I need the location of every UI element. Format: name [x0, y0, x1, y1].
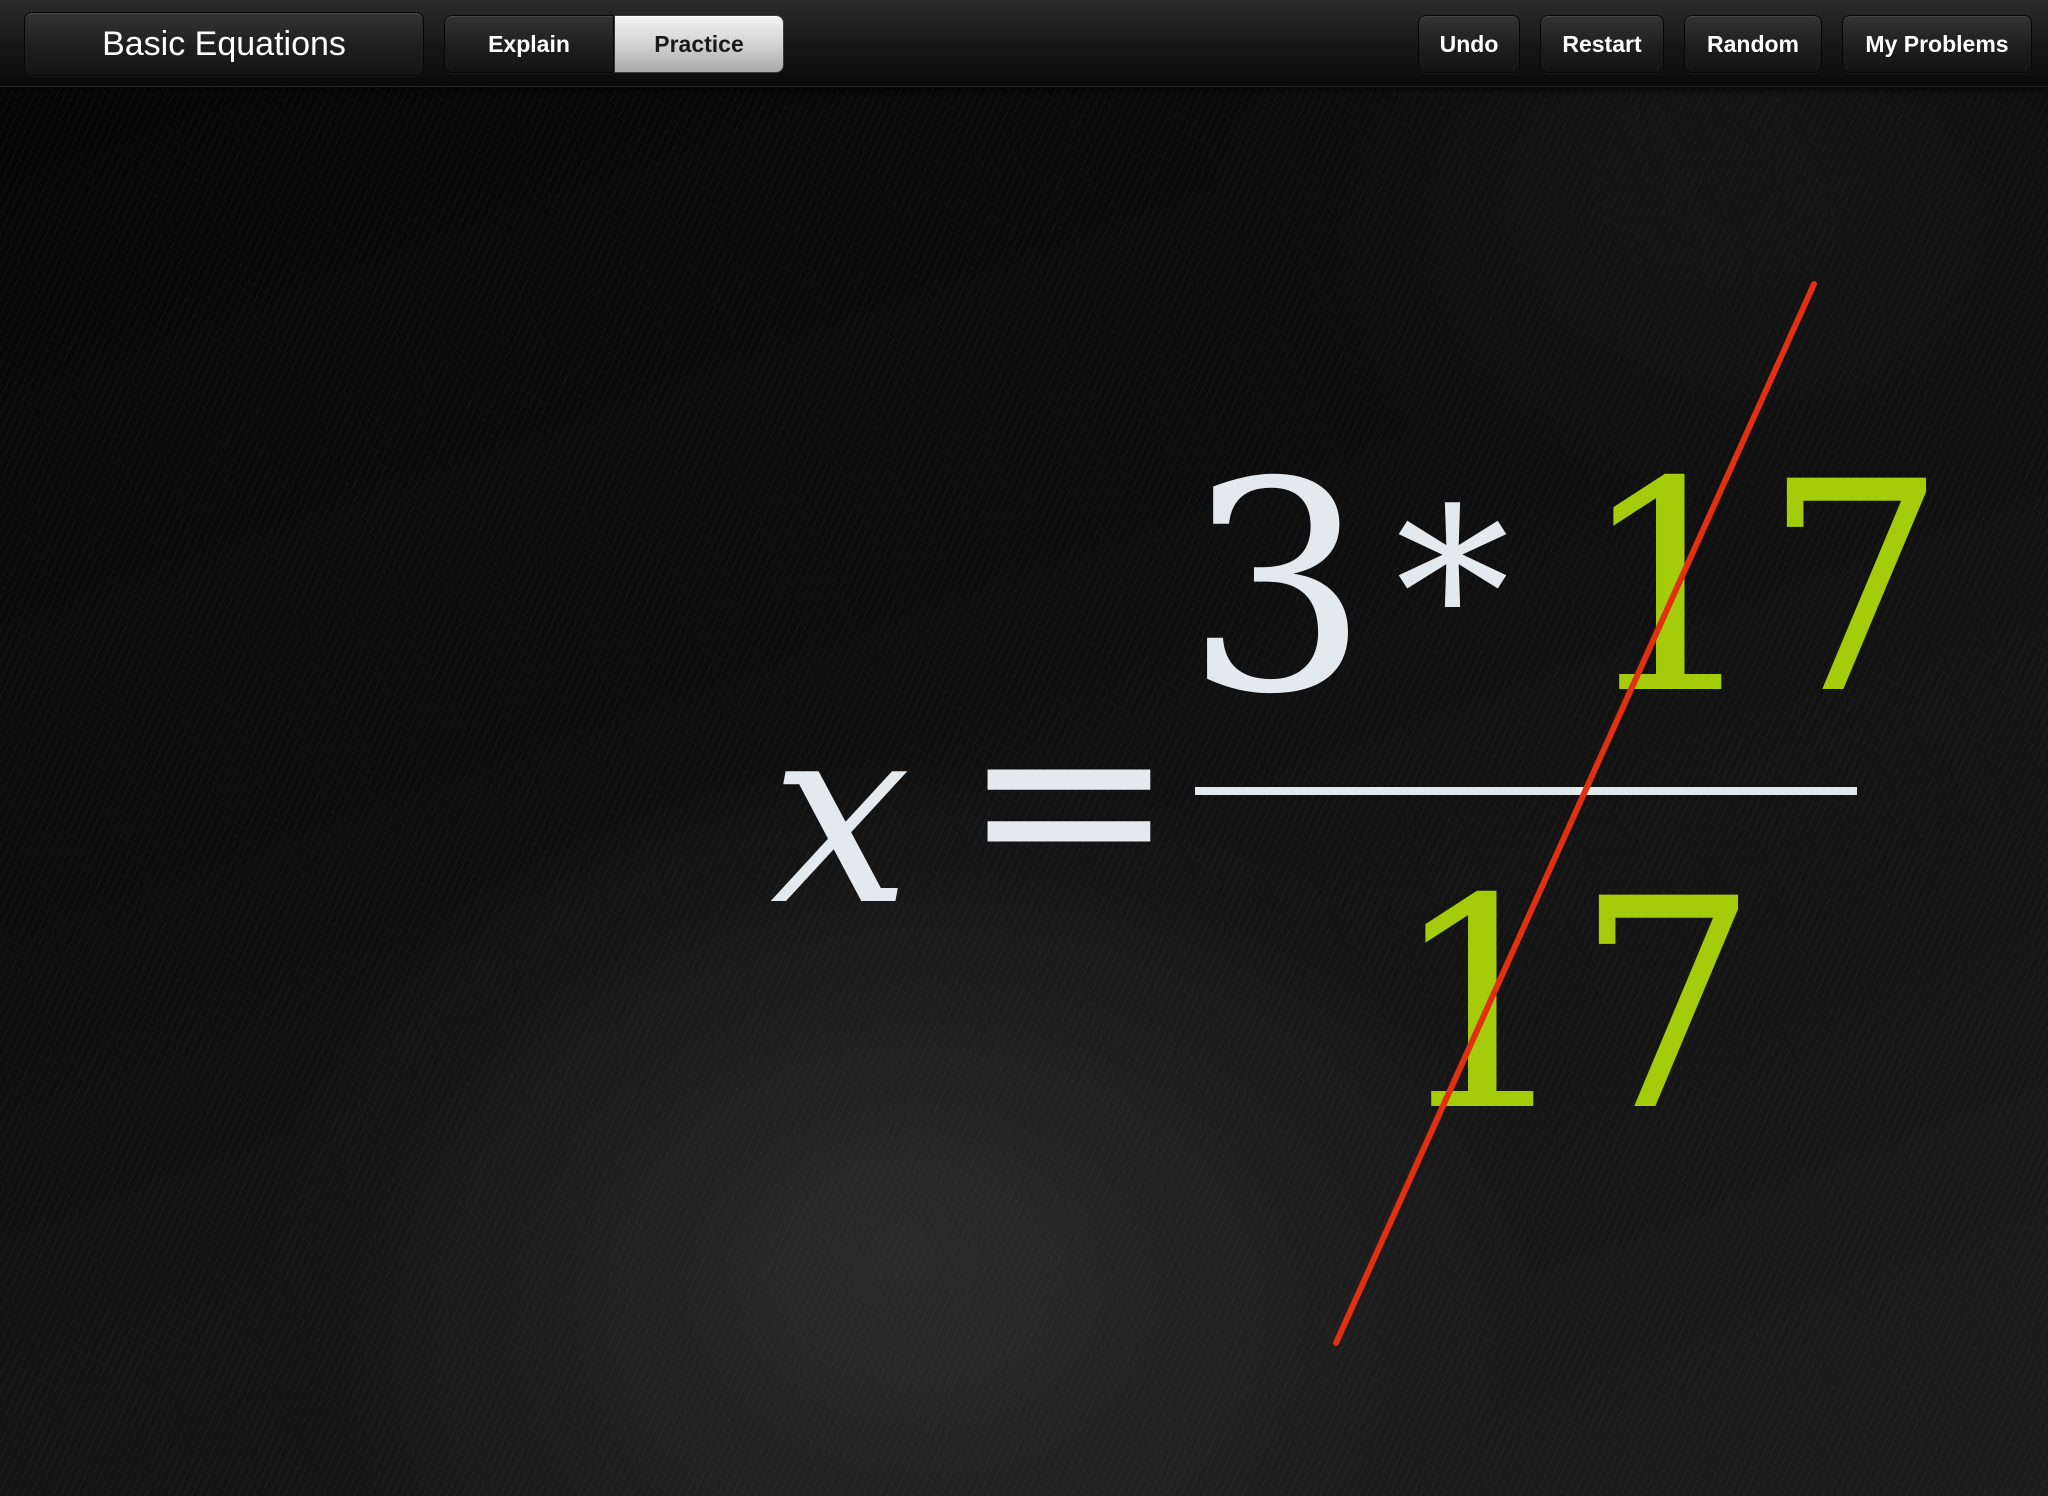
numerator-term-left[interactable]: 3 [1185, 445, 1370, 735]
numerator-term-right[interactable]: 17 [1578, 445, 1947, 735]
equation-variable[interactable]: x [770, 690, 911, 940]
denominator-term[interactable]: 17 [1390, 862, 1759, 1152]
equation: x = 3 * 17 17 [0, 0, 2048, 1496]
app-canvas: Basic Equations Explain Practice Undo Re… [0, 0, 2048, 1496]
fraction-bar [1195, 787, 1857, 795]
multiply-operator[interactable]: * [1395, 480, 1510, 710]
equals-sign: = [960, 647, 1178, 949]
